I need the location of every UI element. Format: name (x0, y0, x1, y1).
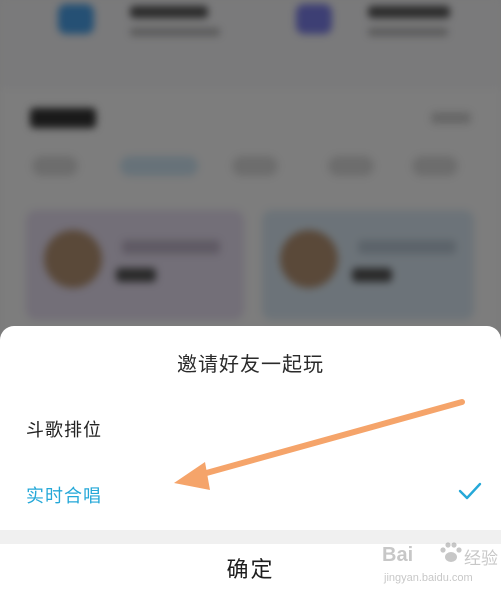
watermark-url: jingyan.baidu.com (384, 572, 473, 584)
option-label: 实时合唱 (26, 486, 102, 507)
baidu-jingyan-watermark: Bai 经验 jingyan.baidu.com (380, 540, 498, 594)
sheet-title: 邀请好友一起玩 (177, 352, 324, 376)
watermark-logo: Bai (382, 544, 414, 566)
check-icon (458, 482, 482, 500)
option-label: 斗歌排位 (26, 420, 102, 441)
app-screen: 邀请好友一起玩 斗歌排位 实时合唱 确定 Bai 经验 jingyan.baid… (0, 0, 501, 597)
option-dougepaiwei[interactable]: 斗歌排位 (0, 400, 501, 456)
watermark-logo-suffix: 经验 (464, 549, 498, 568)
paw-icon (440, 542, 462, 562)
modal-backdrop[interactable] (0, 0, 501, 340)
option-shishihechang[interactable]: 实时合唱 (0, 466, 501, 522)
